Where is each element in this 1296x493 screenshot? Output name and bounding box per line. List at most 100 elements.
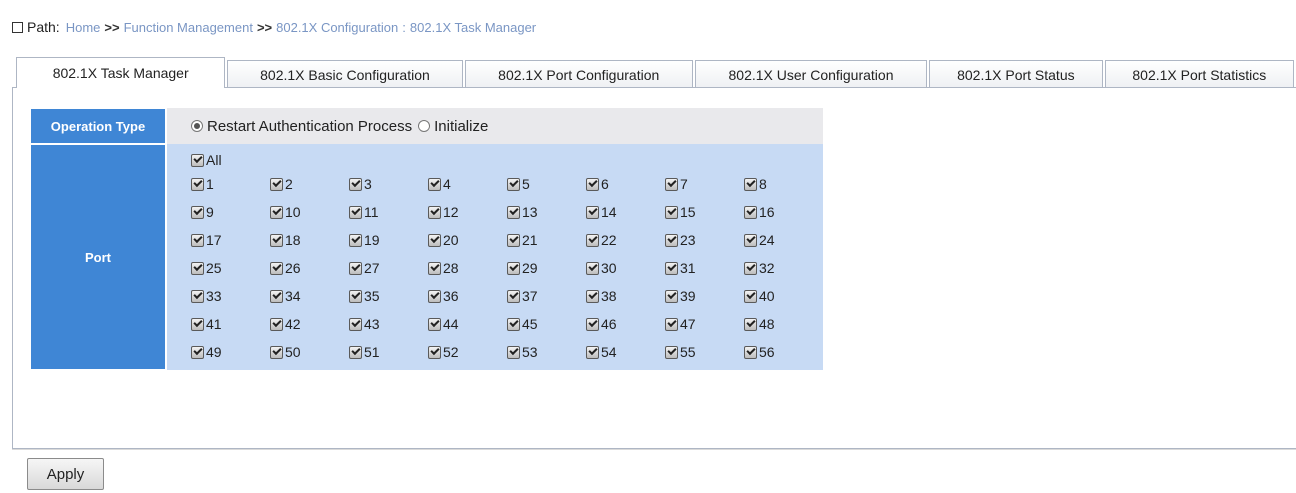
port-option: 52 [428,340,507,364]
port-option: 49 [191,340,270,364]
port-number: 28 [443,260,459,276]
port-number: 13 [522,204,538,220]
port-option: 21 [507,228,586,252]
restart-auth-radio[interactable] [191,120,203,132]
tab-user-configuration[interactable]: 802.1X User Configuration [694,60,928,88]
port-checkbox[interactable] [507,345,520,359]
port-checkbox[interactable] [586,233,599,247]
port-number: 4 [443,176,451,192]
port-checkbox[interactable] [428,289,441,303]
port-checkbox[interactable] [507,261,520,275]
port-checkbox[interactable] [349,261,362,275]
port-checkbox[interactable] [507,205,520,219]
port-checkbox[interactable] [270,289,283,303]
port-checkbox[interactable] [349,345,362,359]
port-checkbox[interactable] [428,205,441,219]
port-checkbox[interactable] [349,233,362,247]
port-checkbox[interactable] [665,177,678,191]
port-checkbox[interactable] [586,177,599,191]
port-checkbox[interactable] [744,317,757,331]
all-checkbox[interactable] [191,153,204,167]
port-checkbox[interactable] [665,233,678,247]
port-number: 31 [680,260,696,276]
port-checkbox[interactable] [665,345,678,359]
port-option: 2 [270,172,349,196]
port-checkbox[interactable] [428,317,441,331]
port-number: 32 [759,260,775,276]
port-checkbox[interactable] [744,233,757,247]
port-checkbox[interactable] [744,177,757,191]
port-checkbox[interactable] [428,177,441,191]
tab-basic-configuration[interactable]: 802.1X Basic Configuration [227,60,463,88]
port-checkbox[interactable] [586,317,599,331]
port-checkbox[interactable] [428,233,441,247]
port-checkbox[interactable] [507,177,520,191]
port-option: 41 [191,312,270,336]
port-checkbox[interactable] [191,205,204,219]
apply-button[interactable]: Apply [27,458,104,490]
port-checkbox[interactable] [191,317,204,331]
port-checkbox[interactable] [191,345,204,359]
port-checkbox[interactable] [744,345,757,359]
port-checkbox[interactable] [744,289,757,303]
port-checkbox[interactable] [428,261,441,275]
port-number: 49 [206,344,222,360]
port-checkbox[interactable] [507,289,520,303]
port-checkbox[interactable] [665,205,678,219]
port-option: 18 [270,228,349,252]
port-option: 47 [665,312,744,336]
port-checkbox[interactable] [349,289,362,303]
port-checkbox[interactable] [191,177,204,191]
port-option: 54 [586,340,665,364]
port-checkbox[interactable] [270,233,283,247]
tab-bar: 802.1X Task Manager 802.1X Basic Configu… [16,57,1296,88]
port-checkbox[interactable] [744,261,757,275]
port-option: 25 [191,256,270,280]
port-checkbox[interactable] [270,177,283,191]
port-checkbox[interactable] [586,345,599,359]
port-number: 14 [601,204,617,220]
port-number: 39 [680,288,696,304]
breadcrumb-function-management[interactable]: Function Management [124,20,253,35]
port-label: Port [29,143,167,371]
tab-port-configuration[interactable]: 802.1X Port Configuration [464,60,693,88]
port-number: 30 [601,260,617,276]
port-number: 16 [759,204,775,220]
port-number: 29 [522,260,538,276]
port-checkbox[interactable] [586,261,599,275]
port-number: 54 [601,344,617,360]
port-checkbox[interactable] [270,317,283,331]
port-checkbox[interactable] [586,289,599,303]
port-checkbox[interactable] [270,205,283,219]
port-option: 11 [349,200,428,224]
port-checkbox[interactable] [349,317,362,331]
port-checkbox[interactable] [270,261,283,275]
initialize-radio[interactable] [418,120,431,132]
port-checkbox[interactable] [744,205,757,219]
breadcrumb-8021x-configuration[interactable]: 802.1X Configuration [276,20,398,35]
port-option: 6 [586,172,665,196]
port-checkbox[interactable] [586,205,599,219]
breadcrumb-home[interactable]: Home [66,20,101,35]
port-checkbox[interactable] [349,205,362,219]
port-number: 8 [759,176,767,192]
tab-task-manager[interactable]: 802.1X Task Manager [16,57,226,88]
port-option: 29 [507,256,586,280]
port-checkbox[interactable] [191,261,204,275]
port-checkbox[interactable] [270,345,283,359]
port-checkbox[interactable] [349,177,362,191]
port-option: 8 [744,172,823,196]
port-number: 44 [443,316,459,332]
port-checkbox[interactable] [428,345,441,359]
port-checkbox[interactable] [191,233,204,247]
port-checkbox[interactable] [665,317,678,331]
port-checkbox[interactable] [665,261,678,275]
port-option: 3 [349,172,428,196]
tab-port-statistics[interactable]: 802.1X Port Statistics [1104,60,1294,88]
port-checkbox[interactable] [191,289,204,303]
port-checkbox[interactable] [665,289,678,303]
port-checkbox[interactable] [507,317,520,331]
port-number: 47 [680,316,696,332]
port-checkbox[interactable] [507,233,520,247]
tab-port-status[interactable]: 802.1X Port Status [929,60,1103,88]
